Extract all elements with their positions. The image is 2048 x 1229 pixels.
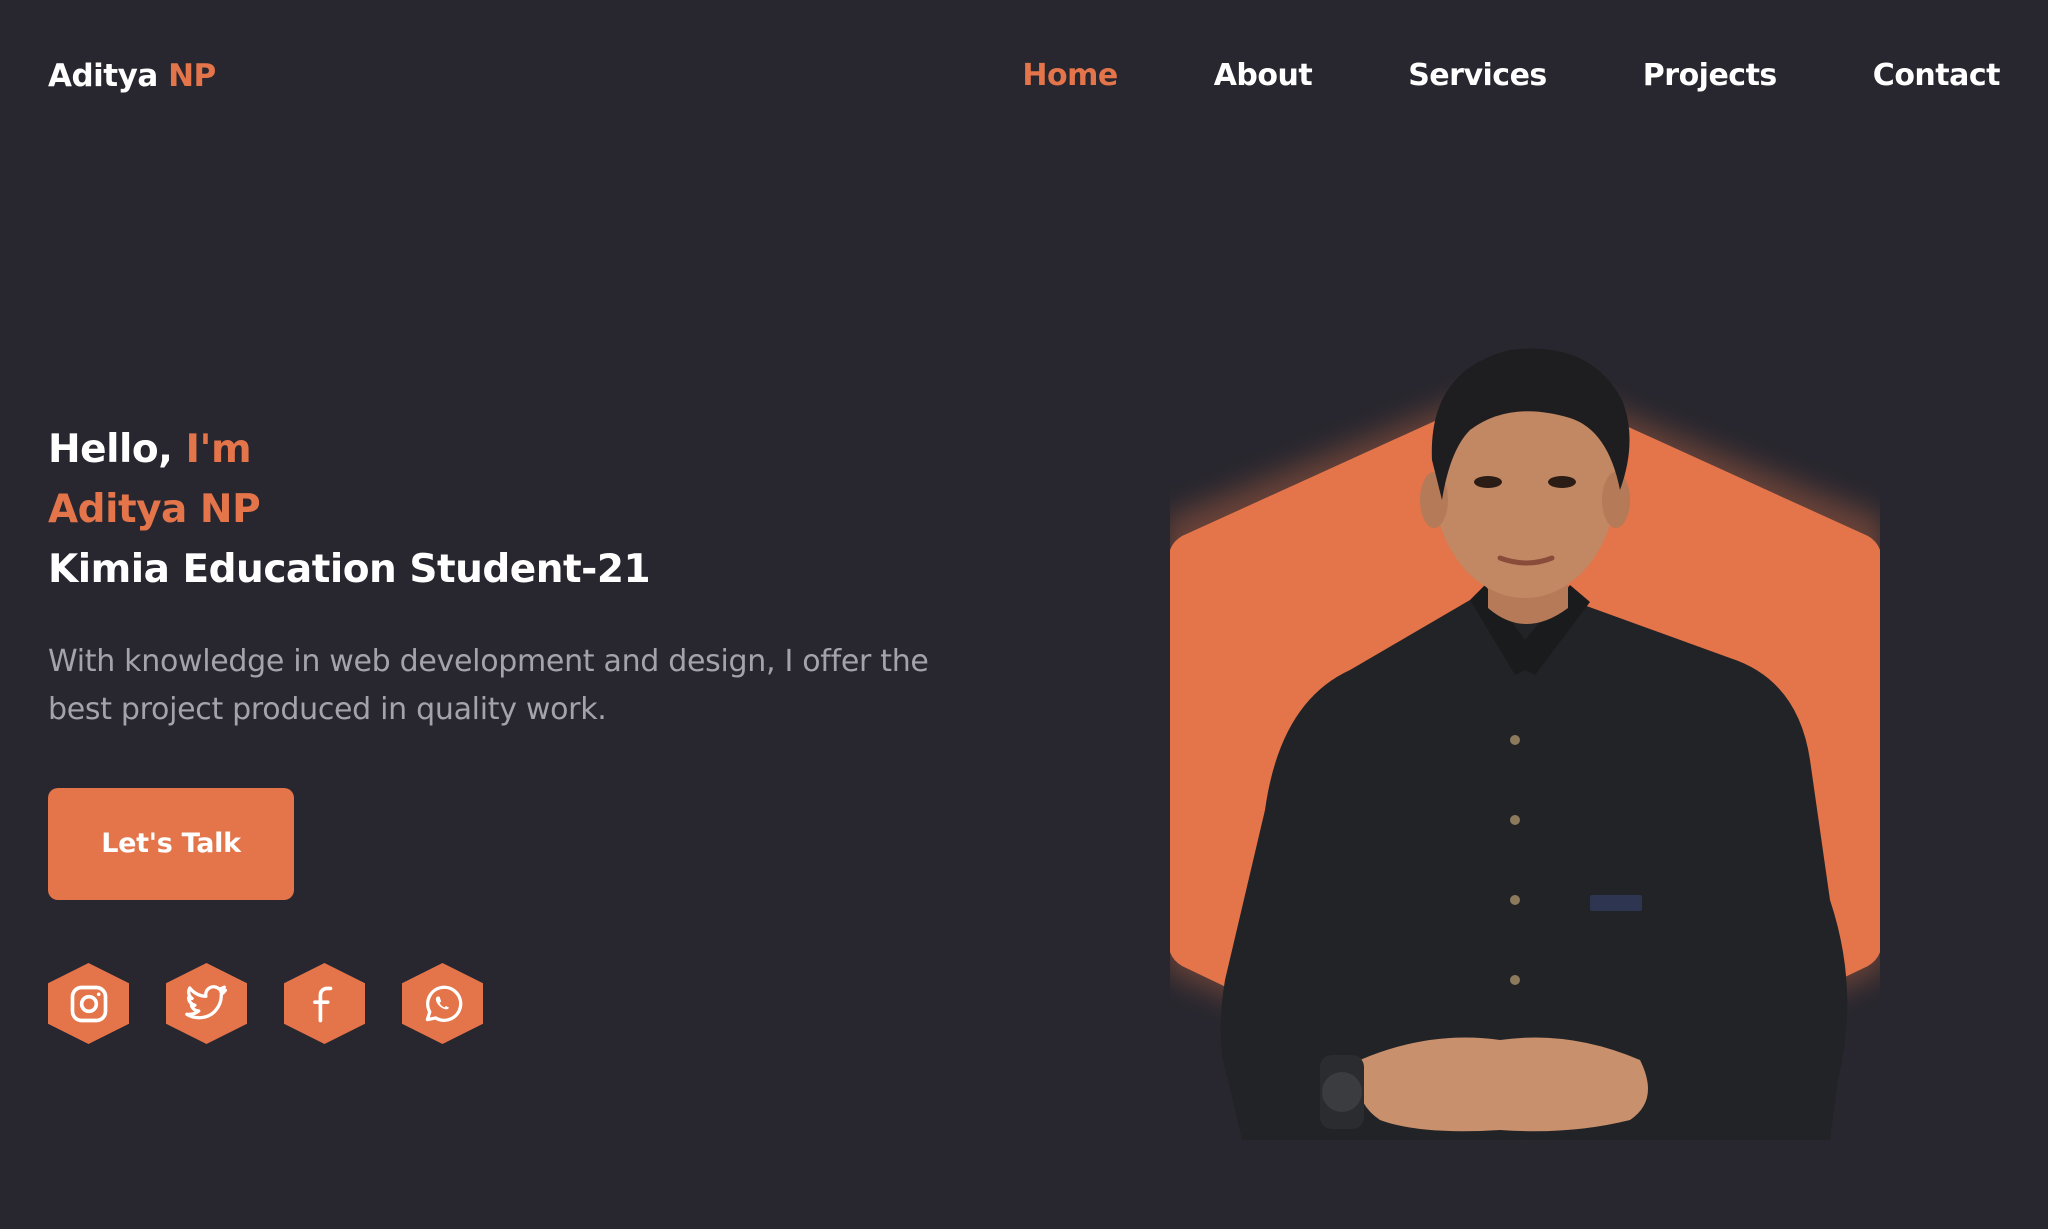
twitter-button[interactable] <box>166 963 247 1044</box>
hero-role: Kimia Education Student-21 <box>48 547 651 592</box>
logo-second: NP <box>168 58 216 94</box>
nav-contact[interactable]: Contact <box>1873 58 2001 93</box>
main-nav: Home About Services Projects Contact <box>1022 58 2000 93</box>
hero-description: With knowledge in web development and de… <box>48 644 929 727</box>
greeting-prefix: Hello, <box>48 427 173 472</box>
hero-greeting: Hello, I'm <box>48 420 1008 480</box>
nav-projects[interactable]: Projects <box>1643 58 1778 93</box>
instagram-button[interactable] <box>48 963 129 1044</box>
hero-illustration <box>1165 348 1885 1140</box>
site-logo[interactable]: Aditya NP <box>48 58 216 94</box>
hero-visual <box>1165 340 1885 1150</box>
facebook-icon <box>312 986 332 1022</box>
portrait-ear-right <box>1602 472 1630 528</box>
portrait-hands <box>1357 1037 1648 1132</box>
hero-name: Aditya NP <box>48 487 261 532</box>
lets-talk-button[interactable]: Let's Talk <box>48 788 294 900</box>
nav-home[interactable]: Home <box>1022 58 1118 93</box>
whatsapp-icon <box>425 985 462 1022</box>
whatsapp-button[interactable] <box>402 963 483 1044</box>
twitter-icon <box>184 984 227 1019</box>
hero-section: Hello, I'm Aditya NP Kimia Education Stu… <box>48 420 1008 1044</box>
nav-services[interactable]: Services <box>1408 58 1547 93</box>
nav-about[interactable]: About <box>1214 58 1313 93</box>
facebook-button[interactable] <box>284 963 365 1044</box>
instagram-icon <box>70 985 107 1022</box>
shirt-badge <box>1590 895 1642 911</box>
social-links <box>48 963 1008 1044</box>
logo-first: Aditya <box>48 58 158 94</box>
page: Aditya NP Home About Services Projects C… <box>0 0 2048 1229</box>
greeting-accent: I'm <box>185 427 252 472</box>
